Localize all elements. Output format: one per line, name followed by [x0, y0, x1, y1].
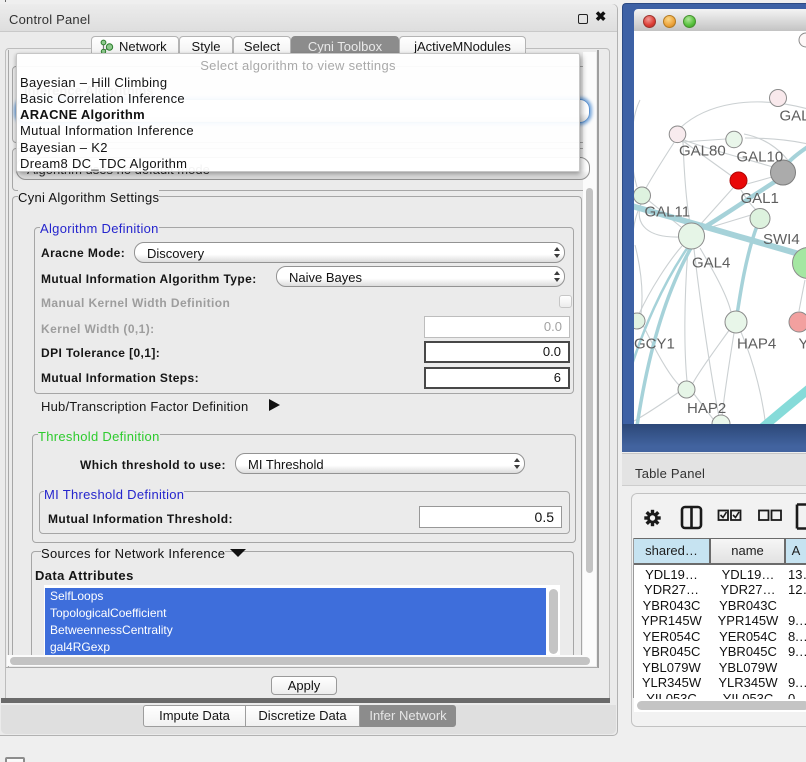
svg-text:GAL10: GAL10	[737, 149, 784, 166]
svg-text:HAP4: HAP4	[737, 336, 776, 353]
svg-text:YD: YD	[799, 336, 806, 353]
svg-text:GAL7: GAL7	[780, 108, 806, 125]
svg-text:GAL4: GAL4	[692, 255, 730, 272]
svg-text:GAL1: GAL1	[741, 190, 779, 207]
svg-text:HAP2: HAP2	[687, 400, 726, 417]
svg-text:GAL11: GAL11	[645, 204, 691, 221]
svg-text:GCY1: GCY1	[634, 336, 675, 353]
svg-text:SWI4: SWI4	[763, 231, 800, 248]
svg-text:GAL80: GAL80	[679, 143, 726, 160]
